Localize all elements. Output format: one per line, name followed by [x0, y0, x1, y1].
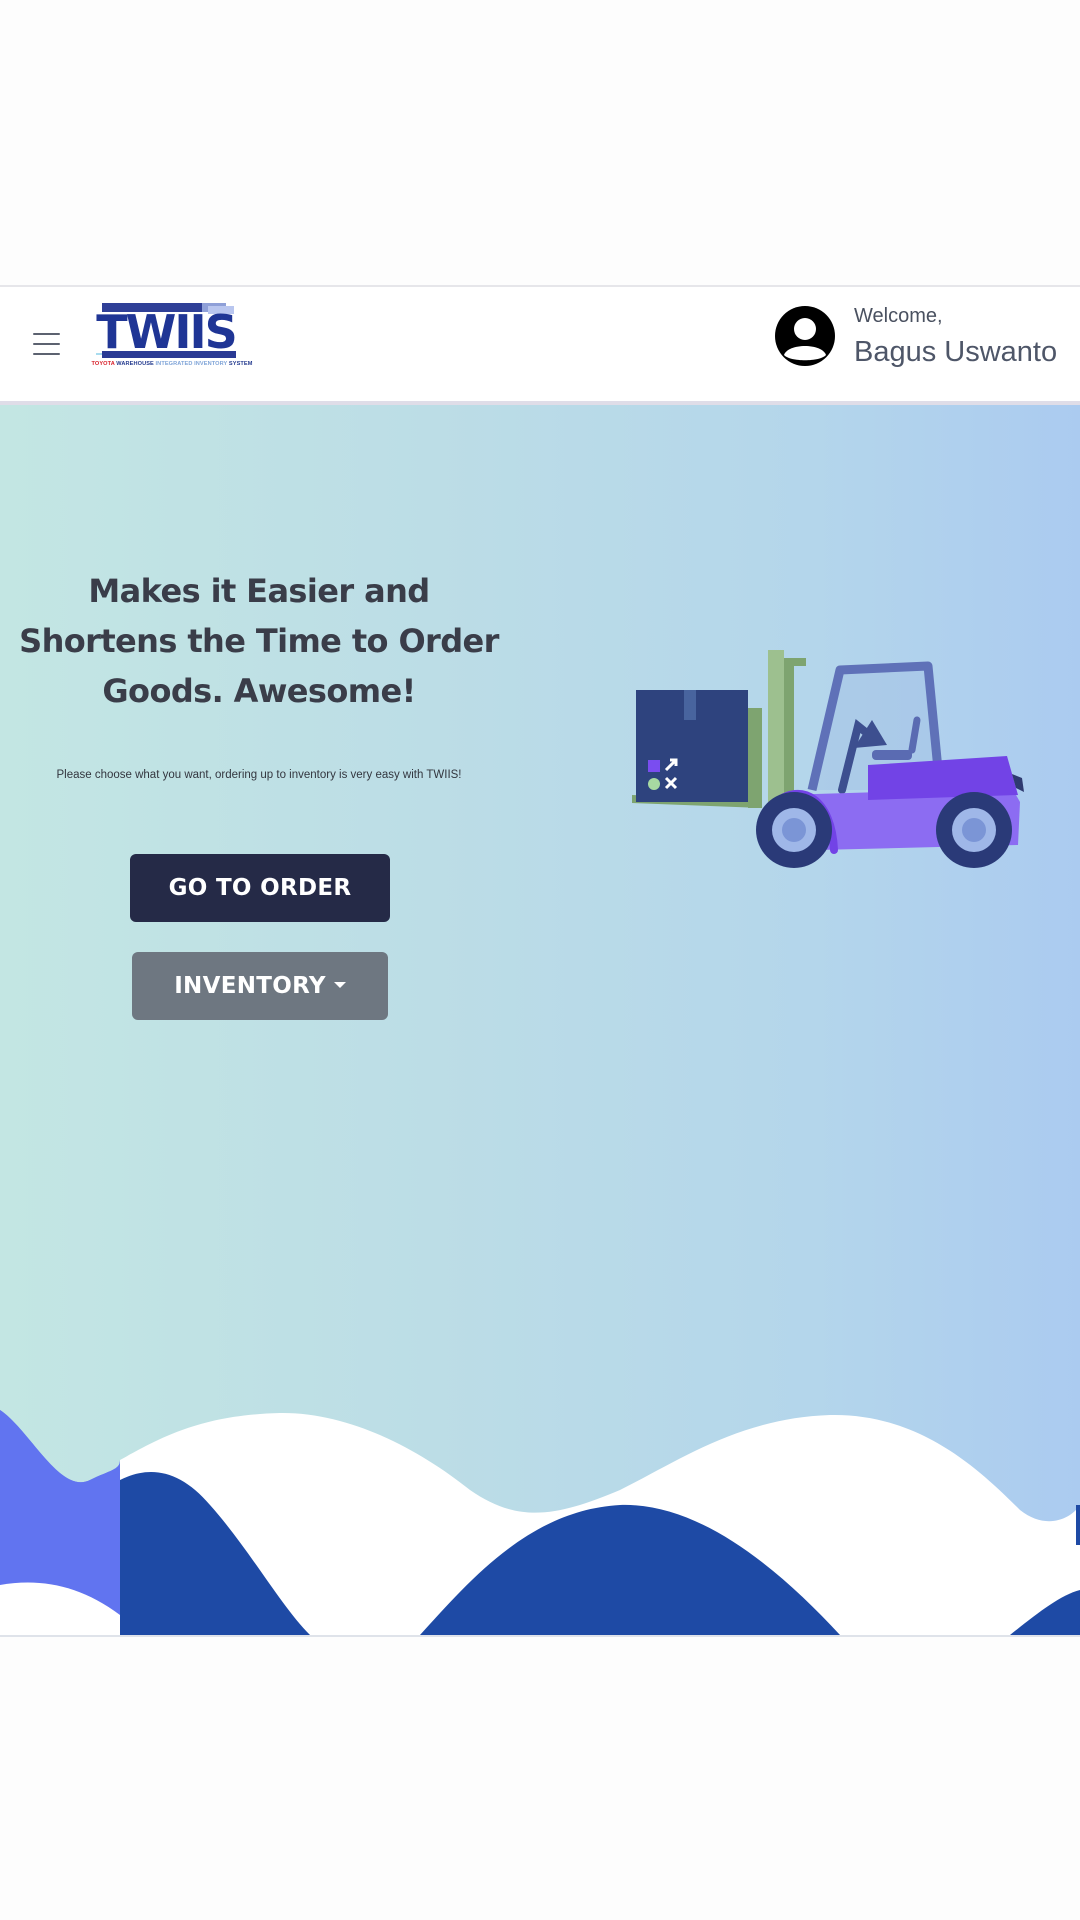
inventory-dropdown-button[interactable]: INVENTORY [132, 952, 388, 1020]
hero-headline: Makes it Easier and Shortens the Time to… [19, 572, 499, 711]
go-to-order-label: GO TO ORDER [168, 875, 352, 901]
user-menu[interactable]: Welcome, Bagus Uswanto [760, 287, 1080, 401]
twiis-logo[interactable]: TWIIS TOYOTA WAREHOUSE INTEGRATED INVENT… [88, 301, 256, 373]
app-frame: TWIIS TOYOTA WAREHOUSE INTEGRATED INVENT… [0, 285, 1080, 1637]
top-navbar: TWIIS TOYOTA WAREHOUSE INTEGRATED INVENT… [0, 287, 1080, 405]
inventory-label: INVENTORY [174, 973, 326, 999]
hamburger-icon[interactable] [33, 333, 60, 355]
forklift-illustration [632, 650, 1024, 868]
hero-section: Makes it Easier and Shortens the Time to… [0, 405, 1080, 1635]
caret-down-icon [333, 981, 346, 988]
svg-text:TWIIS: TWIIS [96, 305, 235, 359]
welcome-text: Welcome, [854, 305, 943, 327]
logo-caption: TOYOTA WAREHOUSE INTEGRATED INVENTORY SY… [91, 361, 253, 367]
user-circle-icon[interactable] [774, 305, 836, 367]
go-to-order-button[interactable]: GO TO ORDER [130, 854, 390, 922]
twiis-logo-mark: TWIIS [96, 303, 238, 359]
hero-subtext: Please choose what you want, ordering up… [56, 768, 462, 781]
decorative-waves [0, 1410, 1080, 1635]
user-name: Bagus Uswanto [854, 336, 1058, 368]
